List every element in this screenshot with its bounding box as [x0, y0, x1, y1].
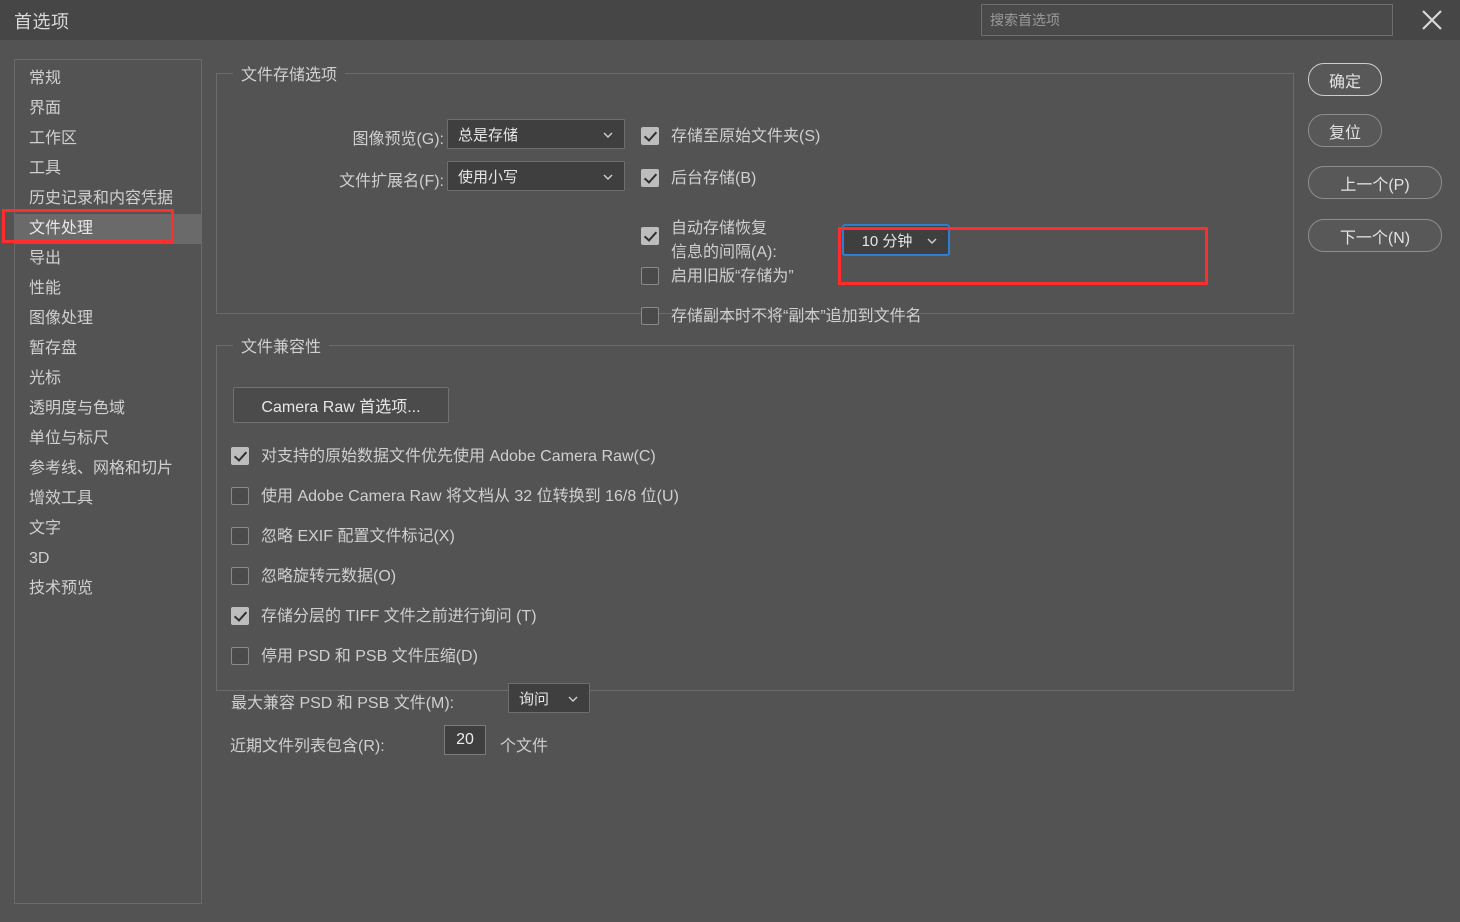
ask-before-saving-tiff-label: 存储分层的 TIFF 文件之前进行询问 (T) [261, 608, 537, 625]
sidebar-item-performance[interactable]: 性能 [15, 274, 201, 304]
convert-32bit-row[interactable]: 使用 Adobe Camera Raw 将文档从 32 位转换到 16/8 位(… [231, 487, 679, 507]
close-button[interactable] [1412, 2, 1452, 38]
ignore-rotation-checkbox[interactable] [231, 567, 249, 585]
save-to-original-folder-row[interactable]: 存储至原始文件夹(S) [641, 127, 820, 147]
title-bar: 首选项 [0, 0, 1460, 40]
disable-compression-label: 停用 PSD 和 PSB 文件压缩(D) [261, 648, 478, 665]
file-saving-options-group: 文件存储选项 图像预览(G): 总是存储 文件扩展名(F): 使用小写 存储至原… [216, 61, 1294, 325]
file-extension-label: 文件扩展名(F): [339, 173, 444, 190]
ok-button-label: 确定 [1328, 73, 1361, 91]
autosave-recovery-checkbox[interactable] [641, 227, 659, 245]
sidebar-item-tools[interactable]: 工具 [15, 154, 201, 184]
recent-files-label: 近期文件列表包含(R): [230, 738, 385, 755]
max-compatibility-dropdown[interactable]: 询问 [508, 683, 590, 713]
ask-before-saving-tiff-checkbox[interactable] [231, 607, 249, 625]
convert-32bit-checkbox[interactable] [231, 487, 249, 505]
ignore-exif-label: 忽略 EXIF 配置文件标记(X) [261, 528, 455, 545]
sidebar-item-workspace[interactable]: 工作区 [15, 124, 201, 154]
ignore-rotation-row[interactable]: 忽略旋转元数据(O) [231, 567, 396, 587]
sidebar-item-type[interactable]: 文字 [15, 514, 201, 544]
no-copy-suffix-row[interactable]: 存储副本时不将“副本”追加到文件名 [641, 307, 922, 327]
search-input[interactable] [981, 4, 1393, 36]
previous-button[interactable]: 上一个(P) [1308, 166, 1442, 199]
sidebar-item-3d[interactable]: 3D [15, 544, 201, 574]
image-preview-label: 图像预览(G): [352, 131, 444, 148]
ok-button[interactable]: 确定 [1308, 63, 1382, 96]
reset-button[interactable]: 复位 [1308, 114, 1382, 147]
ignore-rotation-label: 忽略旋转元数据(O) [261, 568, 397, 585]
file-extension-dropdown[interactable]: 使用小写 [447, 161, 625, 191]
autosave-recovery-label-line1: 自动存储恢复 [671, 220, 768, 237]
chevron-down-icon [602, 170, 614, 182]
sidebar-item-general[interactable]: 常规 [15, 64, 201, 94]
image-preview-value: 总是存储 [458, 126, 519, 144]
sidebar-item-technology-previews[interactable]: 技术预览 [15, 574, 201, 604]
page-title: 首选项 [14, 12, 70, 32]
file-extension-value: 使用小写 [458, 168, 519, 186]
background-save-label: 后台存储(B) [671, 170, 757, 187]
autosave-interval-dropdown[interactable]: 10 分钟 [842, 224, 950, 256]
next-button[interactable]: 下一个(N) [1308, 219, 1442, 252]
sidebar-item-units-and-rulers[interactable]: 单位与标尺 [15, 424, 201, 454]
recent-files-suffix: 个文件 [500, 738, 549, 755]
chevron-down-icon [926, 234, 938, 246]
autosave-recovery-label-line2: 信息的间隔(A): [671, 244, 777, 261]
sidebar-item-scratch-disks[interactable]: 暂存盘 [15, 334, 201, 364]
background-save-checkbox[interactable] [641, 169, 659, 187]
disable-compression-row[interactable]: 停用 PSD 和 PSB 文件压缩(D) [231, 647, 478, 667]
preferences-dialog: 首选项 常规 界面 工作区 工具 历史记录和内容凭据 文件处理 导出 性能 图像… [0, 0, 1460, 922]
camera-raw-preferences-button[interactable]: Camera Raw 首选项... [233, 387, 449, 423]
max-compatibility-label: 最大兼容 PSD 和 PSB 文件(M): [231, 695, 455, 712]
background-save-row[interactable]: 后台存储(B) [641, 169, 756, 189]
autosave-interval-value: 10 分钟 [861, 232, 913, 250]
reset-button-label: 复位 [1328, 124, 1361, 142]
legacy-save-as-row[interactable]: 启用旧版“存储为” [641, 267, 794, 287]
ignore-exif-checkbox[interactable] [231, 527, 249, 545]
sidebar-item-cursors[interactable]: 光标 [15, 364, 201, 394]
chevron-down-icon [602, 128, 614, 140]
save-to-original-folder-label: 存储至原始文件夹(S) [671, 128, 821, 145]
camera-raw-preferences-label: Camera Raw 首选项... [261, 399, 421, 416]
ask-before-saving-tiff-row[interactable]: 存储分层的 TIFF 文件之前进行询问 (T) [231, 607, 537, 627]
recent-files-input[interactable] [444, 725, 486, 755]
sidebar-item-transparency-and-gamut[interactable]: 透明度与色域 [15, 394, 201, 424]
prefer-camera-raw-label: 对支持的原始数据文件优先使用 Adobe Camera Raw(C) [261, 448, 656, 465]
sidebar-item-plugins[interactable]: 增效工具 [15, 484, 201, 514]
no-copy-suffix-checkbox[interactable] [641, 307, 659, 325]
file-saving-options-legend: 文件存储选项 [241, 67, 338, 84]
sidebar-item-file-handling[interactable]: 文件处理 [15, 214, 201, 244]
autosave-recovery-row[interactable]: 自动存储恢复 信息的间隔(A): [641, 217, 777, 265]
max-compatibility-value: 询问 [519, 690, 550, 708]
sidebar-item-guides-grid-and-slices[interactable]: 参考线、网格和切片 [15, 454, 201, 484]
image-preview-dropdown[interactable]: 总是存储 [447, 119, 625, 149]
sidebar-item-history-and-content-credentials[interactable]: 历史记录和内容凭据 [15, 184, 201, 214]
no-copy-suffix-label: 存储副本时不将“副本”追加到文件名 [671, 308, 922, 325]
convert-32bit-label: 使用 Adobe Camera Raw 将文档从 32 位转换到 16/8 位(… [261, 488, 679, 505]
chevron-down-icon [567, 692, 579, 704]
next-button-label: 下一个(N) [1339, 229, 1411, 247]
prefer-camera-raw-checkbox[interactable] [231, 447, 249, 465]
close-icon [1420, 8, 1444, 32]
legacy-save-as-checkbox[interactable] [641, 267, 659, 285]
autosave-recovery-label: 自动存储恢复 信息的间隔(A): [671, 217, 777, 265]
disable-compression-checkbox[interactable] [231, 647, 249, 665]
preferences-content: 文件存储选项 图像预览(G): 总是存储 文件扩展名(F): 使用小写 存储至原… [216, 55, 1294, 775]
sidebar-item-interface[interactable]: 界面 [15, 94, 201, 124]
prefer-camera-raw-row[interactable]: 对支持的原始数据文件优先使用 Adobe Camera Raw(C) [231, 447, 656, 467]
legacy-save-as-label: 启用旧版“存储为” [671, 268, 794, 285]
ignore-exif-row[interactable]: 忽略 EXIF 配置文件标记(X) [231, 527, 455, 547]
category-list[interactable]: 常规 界面 工作区 工具 历史记录和内容凭据 文件处理 导出 性能 图像处理 暂… [14, 59, 202, 904]
sidebar-item-image-processing[interactable]: 图像处理 [15, 304, 201, 334]
file-compatibility-legend: 文件兼容性 [241, 339, 322, 356]
save-to-original-folder-checkbox[interactable] [641, 127, 659, 145]
sidebar-item-export[interactable]: 导出 [15, 244, 201, 274]
file-compatibility-group: 文件兼容性 Camera Raw 首选项... 对支持的原始数据文件优先使用 A… [216, 333, 1294, 713]
previous-button-label: 上一个(P) [1340, 176, 1410, 194]
